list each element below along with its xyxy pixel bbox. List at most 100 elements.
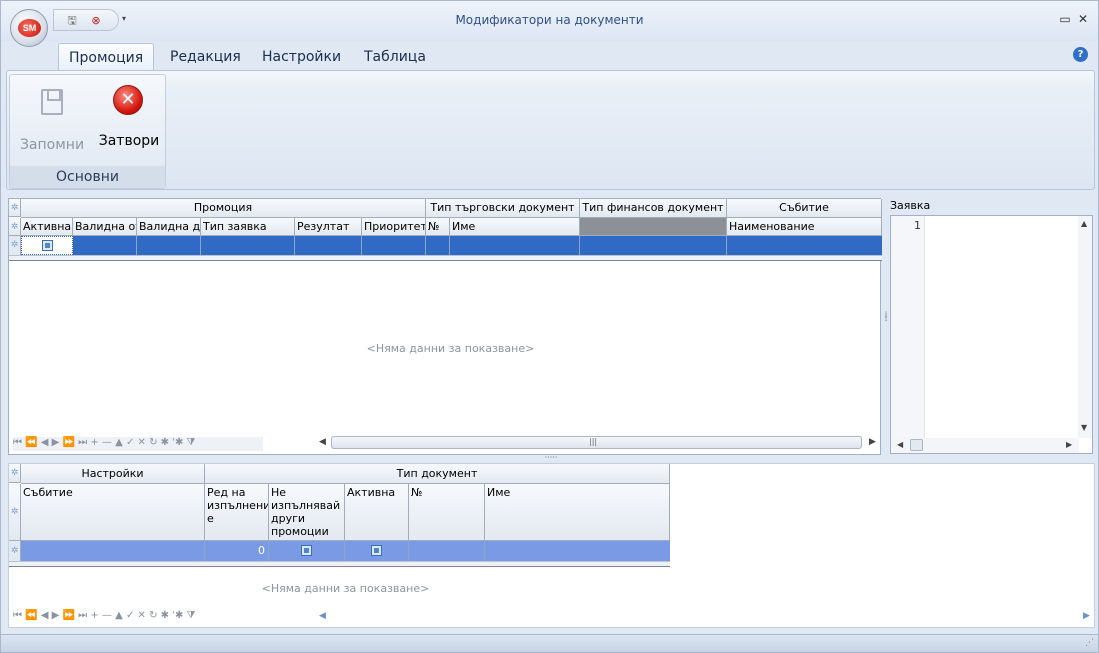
col-execution-order[interactable]: Ред на изпълнени е <box>205 484 269 541</box>
active-checkbox[interactable] <box>42 240 53 251</box>
tab-table[interactable]: Таблица <box>354 43 436 71</box>
editor-scroll-left-icon[interactable]: ◀ <box>897 440 903 449</box>
vertical-splitter[interactable]: ⁞ ⁞ <box>883 311 889 323</box>
col-priority[interactable]: Приоритет <box>362 218 426 236</box>
ribbon-tabs: Промоция Редакция Настройки Таблица <box>1 43 1098 71</box>
main-window: Модификатори на документи ▭ ✕ SM 🖫 ⊗ ▾ П… <box>0 0 1099 653</box>
title-bar: Модификатори на документи ▭ ✕ <box>1 1 1098 41</box>
col-doc-name[interactable]: Име <box>485 484 670 541</box>
horizontal-splitter[interactable]: ····· <box>541 454 561 462</box>
editor-scroll-up-icon[interactable]: ▲ <box>1081 219 1087 228</box>
qat-customize-icon[interactable]: ▾ <box>122 13 132 25</box>
tab-promotion[interactable]: Промоция <box>58 43 154 71</box>
application-button[interactable]: SM <box>10 9 48 47</box>
restore-icon[interactable]: ▭ <box>1057 11 1073 27</box>
scroll-left-icon[interactable]: ◀ <box>319 437 326 447</box>
ribbon-group-label: Основни <box>10 166 165 188</box>
editor-scroll-right-icon[interactable]: ▶ <box>1066 440 1072 449</box>
band-header-event[interactable]: Събитие <box>727 199 882 218</box>
ribbon-group-main: Запомни ✕ Затвори Основни <box>9 74 166 189</box>
request-editor[interactable]: 1 ▲ ▼ ◀ ▶ <box>890 215 1093 454</box>
col-doc-no[interactable]: № <box>409 484 485 541</box>
col-finance-doc[interactable] <box>580 218 727 236</box>
row-separator <box>9 255 882 261</box>
close-window-icon[interactable]: ✕ <box>1075 11 1091 27</box>
new-item-row[interactable]: 0 <box>21 541 670 561</box>
data-navigator[interactable]: ⏮ ⏪ ◀ ▶ ⏩ ⏭ + — ▲ ✓ ✕ ↻ ✱ '✱ ⧩ <box>13 437 263 451</box>
editor-scroll-down-icon[interactable]: ▼ <box>1081 423 1087 432</box>
editor-scroll-thumb[interactable] <box>910 439 923 451</box>
new-row-indicator-icon: ✲ <box>9 541 21 561</box>
cell-no-other-promotions[interactable] <box>269 541 345 561</box>
cell-doc-name[interactable] <box>485 541 670 561</box>
qat-close-icon[interactable]: ⊗ <box>88 13 104 29</box>
quick-access-toolbar: 🖫 ⊗ <box>53 9 119 31</box>
band-indicator-icon: ✲ <box>9 464 21 483</box>
resize-grip-icon[interactable]: ⋰ <box>1085 638 1094 648</box>
status-bar: ⋰ <box>1 634 1098 652</box>
ribbon-panel: Запомни ✕ Затвори Основни <box>6 70 1095 190</box>
cell-doc-no[interactable] <box>409 541 485 561</box>
tab-settings[interactable]: Настройки <box>252 43 351 71</box>
band-header-settings[interactable]: Настройки <box>21 464 205 484</box>
col-trade-no[interactable]: № <box>426 218 450 236</box>
window-title: Модификатори на документи <box>455 13 644 27</box>
col-trade-name[interactable]: Име <box>450 218 580 236</box>
save-icon <box>41 89 63 115</box>
settings-grid: ✲ Настройки Тип документ ✲ Събитие Ред н… <box>8 463 1095 628</box>
cell-trade-name[interactable] <box>450 236 580 255</box>
column-indicator-icon: ✲ <box>9 484 21 541</box>
cell-event-name[interactable] <box>727 236 882 255</box>
new-row-indicator-icon: ✲ <box>9 236 21 255</box>
scroll-grip-icon: ||| <box>589 437 598 446</box>
band-header-doc-type[interactable]: Тип документ <box>205 464 670 484</box>
editor-vertical-scrollbar[interactable]: ▲ ▼ <box>1078 216 1092 438</box>
scroll-right-icon[interactable]: ▶ <box>869 437 876 447</box>
col-active[interactable]: Активна <box>345 484 409 541</box>
band-indicator-icon: ✲ <box>9 199 21 217</box>
cell-result[interactable] <box>295 236 362 255</box>
row-separator <box>9 561 670 567</box>
app-logo-icon: SM <box>18 19 41 37</box>
save-button[interactable]: Запомни <box>18 85 86 153</box>
data-navigator[interactable]: ⏮ ⏪ ◀ ▶ ⏩ ⏭ + — ▲ ✓ ✕ ↻ ✱ '✱ ⧩ <box>13 610 263 624</box>
col-no-other-promotions[interactable]: Не изпълнявай други промоции <box>269 484 345 541</box>
no-other-promotions-checkbox[interactable] <box>301 545 312 556</box>
help-icon[interactable]: ? <box>1073 47 1088 62</box>
cell-event[interactable] <box>21 541 205 561</box>
cell-trade-no[interactable] <box>426 236 450 255</box>
col-event-name[interactable]: Наименование <box>727 218 882 236</box>
scroll-left-icon[interactable]: ◀ <box>319 611 326 621</box>
col-result[interactable]: Резултат <box>295 218 362 236</box>
close-button-label: Затвори <box>98 133 160 149</box>
active-checkbox[interactable] <box>371 545 382 556</box>
cell-finance-doc[interactable] <box>580 236 727 255</box>
new-item-row[interactable] <box>21 236 882 255</box>
col-valid-to[interactable]: Валидна до <box>137 218 201 236</box>
col-active[interactable]: Активна <box>21 218 73 236</box>
horizontal-scrollbar[interactable]: ||| <box>331 436 862 449</box>
editor-horizontal-scrollbar[interactable]: ◀ ▶ <box>891 438 1079 453</box>
qat-save-icon[interactable]: 🖫 <box>64 13 80 29</box>
request-label: Заявка <box>890 199 931 212</box>
save-button-label: Запомни <box>19 137 85 153</box>
column-indicator-icon: ✲ <box>9 218 21 236</box>
no-data-message: <Няма данни за показване> <box>261 582 430 595</box>
band-header-trade-doc[interactable]: Тип търговски документ <box>426 199 580 218</box>
col-valid-from[interactable]: Валидна от <box>73 218 137 236</box>
cell-execution-order[interactable]: 0 <box>205 541 269 561</box>
cell-active[interactable] <box>21 236 73 255</box>
cell-valid-to[interactable] <box>137 236 201 255</box>
cell-active[interactable] <box>345 541 409 561</box>
band-header-promotion[interactable]: Промоция <box>21 199 426 218</box>
tab-edit[interactable]: Редакция <box>160 43 251 71</box>
col-event[interactable]: Събитие <box>21 484 205 541</box>
close-button[interactable]: ✕ Затвори <box>96 85 162 150</box>
band-header-finance-doc[interactable]: Тип финансов документ <box>580 199 727 218</box>
col-request-type[interactable]: Тип заявка <box>201 218 295 236</box>
cell-request-type[interactable] <box>201 236 295 255</box>
close-icon: ✕ <box>113 85 143 115</box>
cell-priority[interactable] <box>362 236 426 255</box>
cell-valid-from[interactable] <box>73 236 137 255</box>
scroll-right-icon[interactable]: ▶ <box>1083 611 1090 621</box>
